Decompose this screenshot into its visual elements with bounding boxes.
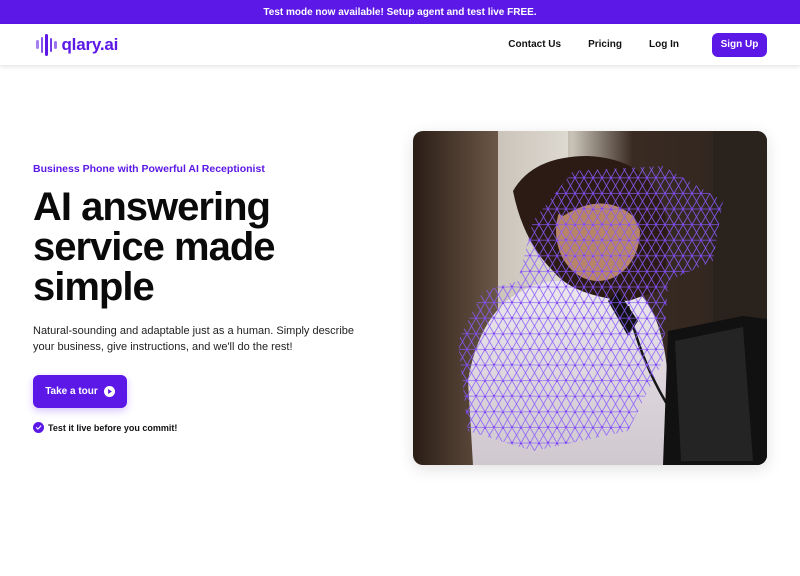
nav-contact-link[interactable]: Contact Us [508, 39, 561, 50]
logo[interactable]: qlary.ai [36, 33, 119, 56]
logo-bars-icon [36, 33, 57, 56]
signup-button[interactable]: Sign Up [712, 32, 767, 57]
hero-headline: AI answering service made simple [33, 185, 276, 309]
announcement-banner: Test mode now available! Setup agent and… [0, 0, 800, 24]
hero-subtext: Natural-sounding and adaptable just as a… [33, 325, 355, 353]
take-tour-button[interactable]: Take a tour [33, 375, 127, 408]
top-nav: qlary.ai Contact Us Pricing Log In Sign … [0, 24, 800, 65]
logo-text: qlary.ai [61, 34, 119, 54]
nav-pricing-link[interactable]: Pricing [588, 39, 622, 50]
test-live-text: Test it live before you commit! [48, 422, 178, 433]
play-icon [103, 386, 115, 397]
hero-image [413, 131, 767, 465]
nav-links: Contact Us Pricing Log In Sign Up [508, 32, 767, 57]
hero-eyebrow: Business Phone with Powerful AI Receptio… [33, 163, 265, 175]
check-icon [33, 422, 44, 433]
test-live-note: Test it live before you commit! [33, 422, 177, 433]
take-tour-label: Take a tour [45, 386, 98, 397]
nav-login-link[interactable]: Log In [649, 39, 679, 50]
banner-text: Test mode now available! Setup agent and… [263, 6, 537, 18]
